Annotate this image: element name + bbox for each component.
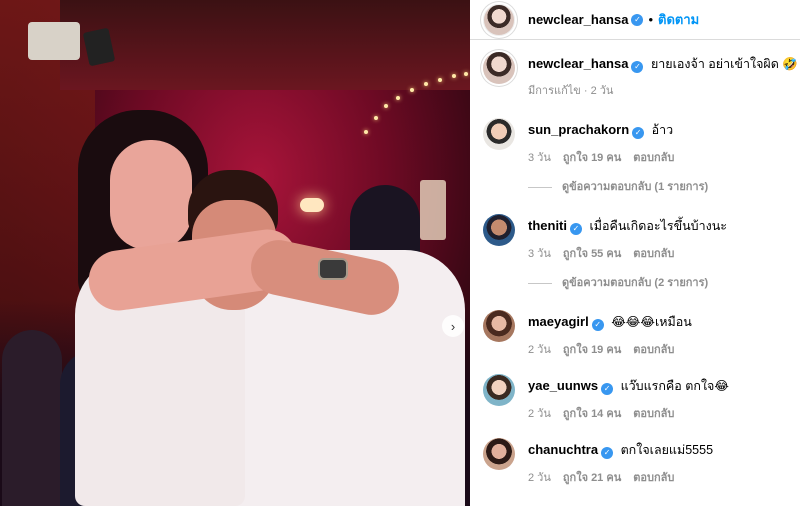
- comment-row: theniti ✓ เมื่อคืนเกิดอะไรขึ้นบ้างนะ 3 วั…: [470, 214, 800, 314]
- comment-body: sun_prachakorn ✓ อ้าว 3 วัน ถูกใจ 19 คน ต…: [528, 122, 708, 218]
- comment-time: 3 วัน: [528, 248, 551, 260]
- comment-body: maeyagirl ✓ 😂😂😂เหมือน 2 วัน ถูกใจ 19 คน ต…: [528, 314, 692, 378]
- separator-dot: •: [648, 12, 654, 27]
- comment-avatar[interactable]: [483, 374, 515, 406]
- comment-avatar[interactable]: [483, 438, 515, 470]
- comment-likes[interactable]: ถูกใจ 14 คน: [563, 406, 621, 422]
- caption-body: newclear_hansa ✓ ยายเองจ้า อย่าเข้าใจผิด …: [528, 56, 798, 122]
- comment-text: 😂😂😂เหมือน: [611, 315, 692, 329]
- comment-row: yae_uunws ✓ แว๊บแรกคือ ตกใจ😂 2 วัน ถูกใจ …: [470, 374, 800, 442]
- comment-time: 2 วัน: [528, 408, 551, 420]
- reply-button[interactable]: ตอบกลับ: [633, 406, 674, 422]
- caption-meta: มีการแก้ไข · 2 วัน: [528, 83, 798, 99]
- comment-username[interactable]: yae_uunws: [528, 378, 598, 393]
- comment-username[interactable]: sun_prachakorn: [528, 122, 629, 137]
- verified-badge-icon: ✓: [601, 447, 614, 459]
- author-avatar[interactable]: [483, 3, 515, 36]
- verified-badge-icon: ✓: [601, 383, 614, 395]
- comment-meta: 2 วัน ถูกใจ 14 คน ตอบกลับ: [528, 406, 729, 422]
- next-photo-button[interactable]: ›: [442, 315, 464, 337]
- comment-body: chanuchtra ✓ ตกใจเลยแม่5555 2 วัน ถูกใจ 2…: [528, 442, 713, 502]
- comment-body: yae_uunws ✓ แว๊บแรกคือ ตกใจ😂 2 วัน ถูกใจ …: [528, 378, 729, 442]
- caption-edited-time: มีการแก้ไข · 2 วัน: [528, 85, 614, 97]
- photo-woman-face: [110, 140, 192, 250]
- comment-time: 2 วัน: [528, 344, 551, 356]
- comment-username[interactable]: chanuchtra: [528, 442, 598, 457]
- comment-text: เมื่อคืนเกิดอะไรขึ้นบ้างนะ: [589, 219, 727, 233]
- comment-avatar[interactable]: [483, 214, 515, 246]
- reply-button[interactable]: ตอบกลับ: [633, 342, 674, 358]
- comments-list: newclear_hansa ✓ ยายเองจ้า อย่าเข้าใจผิด …: [470, 40, 800, 502]
- photo-light-panel: [420, 180, 446, 240]
- verified-badge-icon: ✓: [631, 13, 644, 26]
- reply-button[interactable]: ตอบกลับ: [633, 150, 674, 166]
- caption-username[interactable]: newclear_hansa: [528, 56, 628, 71]
- caption-row: newclear_hansa ✓ ยายเองจ้า อย่าเข้าใจผิด …: [470, 52, 800, 122]
- photo-watch: [318, 258, 348, 280]
- reply-button[interactable]: ตอบกลับ: [633, 246, 674, 262]
- follow-button[interactable]: ติดตาม: [658, 9, 699, 30]
- comment-meta: 2 วัน ถูกใจ 19 คน ตอบกลับ: [528, 342, 692, 358]
- post-header: newclear_hansa ✓ • ติดตาม: [470, 0, 800, 40]
- reply-button[interactable]: ตอบกลับ: [633, 470, 674, 486]
- photo-string-lights: [360, 70, 470, 140]
- comment-body: theniti ✓ เมื่อคืนเกิดอะไรขึ้นบ้างนะ 3 วั…: [528, 218, 727, 314]
- comment-row: maeyagirl ✓ 😂😂😂เหมือน 2 วัน ถูกใจ 19 คน ต…: [470, 310, 800, 378]
- comment-avatar[interactable]: [483, 118, 515, 150]
- comment-meta: 3 วัน ถูกใจ 19 คน ตอบกลับ: [528, 150, 708, 166]
- comment-likes[interactable]: ถูกใจ 19 คน: [563, 342, 621, 358]
- verified-badge-icon: ✓: [632, 127, 645, 139]
- comment-avatar[interactable]: [483, 310, 515, 342]
- verified-badge-icon: ✓: [631, 61, 644, 73]
- instagram-post-view: › newclear_hansa ✓ • ติดตาม newclear_han…: [0, 0, 800, 506]
- photo-wall-lamp: [300, 198, 324, 212]
- comment-likes[interactable]: ถูกใจ 19 คน: [563, 150, 621, 166]
- comment-likes[interactable]: ถูกใจ 21 คน: [563, 470, 621, 486]
- comment-likes[interactable]: ถูกใจ 55 คน: [563, 246, 621, 262]
- comment-meta: 3 วัน ถูกใจ 55 คน ตอบกลับ: [528, 246, 727, 262]
- comment-username[interactable]: maeyagirl: [528, 314, 589, 329]
- comment-text: ตกใจเลยแม่5555: [620, 443, 714, 457]
- verified-badge-icon: ✓: [591, 319, 604, 331]
- author-username[interactable]: newclear_hansa: [528, 12, 628, 27]
- view-replies-button[interactable]: ดูข้อความตอบกลับ (2 รายการ): [528, 275, 727, 291]
- replies-divider: [528, 282, 552, 284]
- verified-badge-icon: ✓: [570, 223, 582, 235]
- comment-username[interactable]: theniti: [528, 218, 567, 233]
- caption-text: ยายเองจ้า อย่าเข้าใจผิด 🤣: [650, 57, 798, 71]
- comment-row: chanuchtra ✓ ตกใจเลยแม่5555 2 วัน ถูกใจ 2…: [470, 438, 800, 502]
- post-photo[interactable]: ›: [0, 0, 470, 506]
- comment-time: 3 วัน: [528, 152, 551, 164]
- comment-text: แว๊บแรกคือ ตกใจ😂: [620, 379, 729, 393]
- comment-text: อ้าว: [651, 123, 674, 137]
- comment-meta: 2 วัน ถูกใจ 21 คน ตอบกลับ: [528, 470, 713, 486]
- comment-row: sun_prachakorn ✓ อ้าว 3 วัน ถูกใจ 19 คน ต…: [470, 118, 800, 218]
- post-side-panel: newclear_hansa ✓ • ติดตาม newclear_hansa…: [470, 0, 800, 506]
- photo-background-person: [2, 330, 62, 506]
- view-replies-label: ดูข้อความตอบกลับ (1 รายการ): [562, 181, 709, 193]
- view-replies-label: ดูข้อความตอบกลับ (2 รายการ): [562, 277, 709, 289]
- comment-time: 2 วัน: [528, 472, 551, 484]
- view-replies-button[interactable]: ดูข้อความตอบกลับ (1 รายการ): [528, 179, 708, 195]
- photo-speaker: [28, 22, 80, 60]
- replies-divider: [528, 186, 552, 188]
- caption-avatar[interactable]: [483, 52, 515, 84]
- chevron-right-icon: ›: [450, 318, 456, 334]
